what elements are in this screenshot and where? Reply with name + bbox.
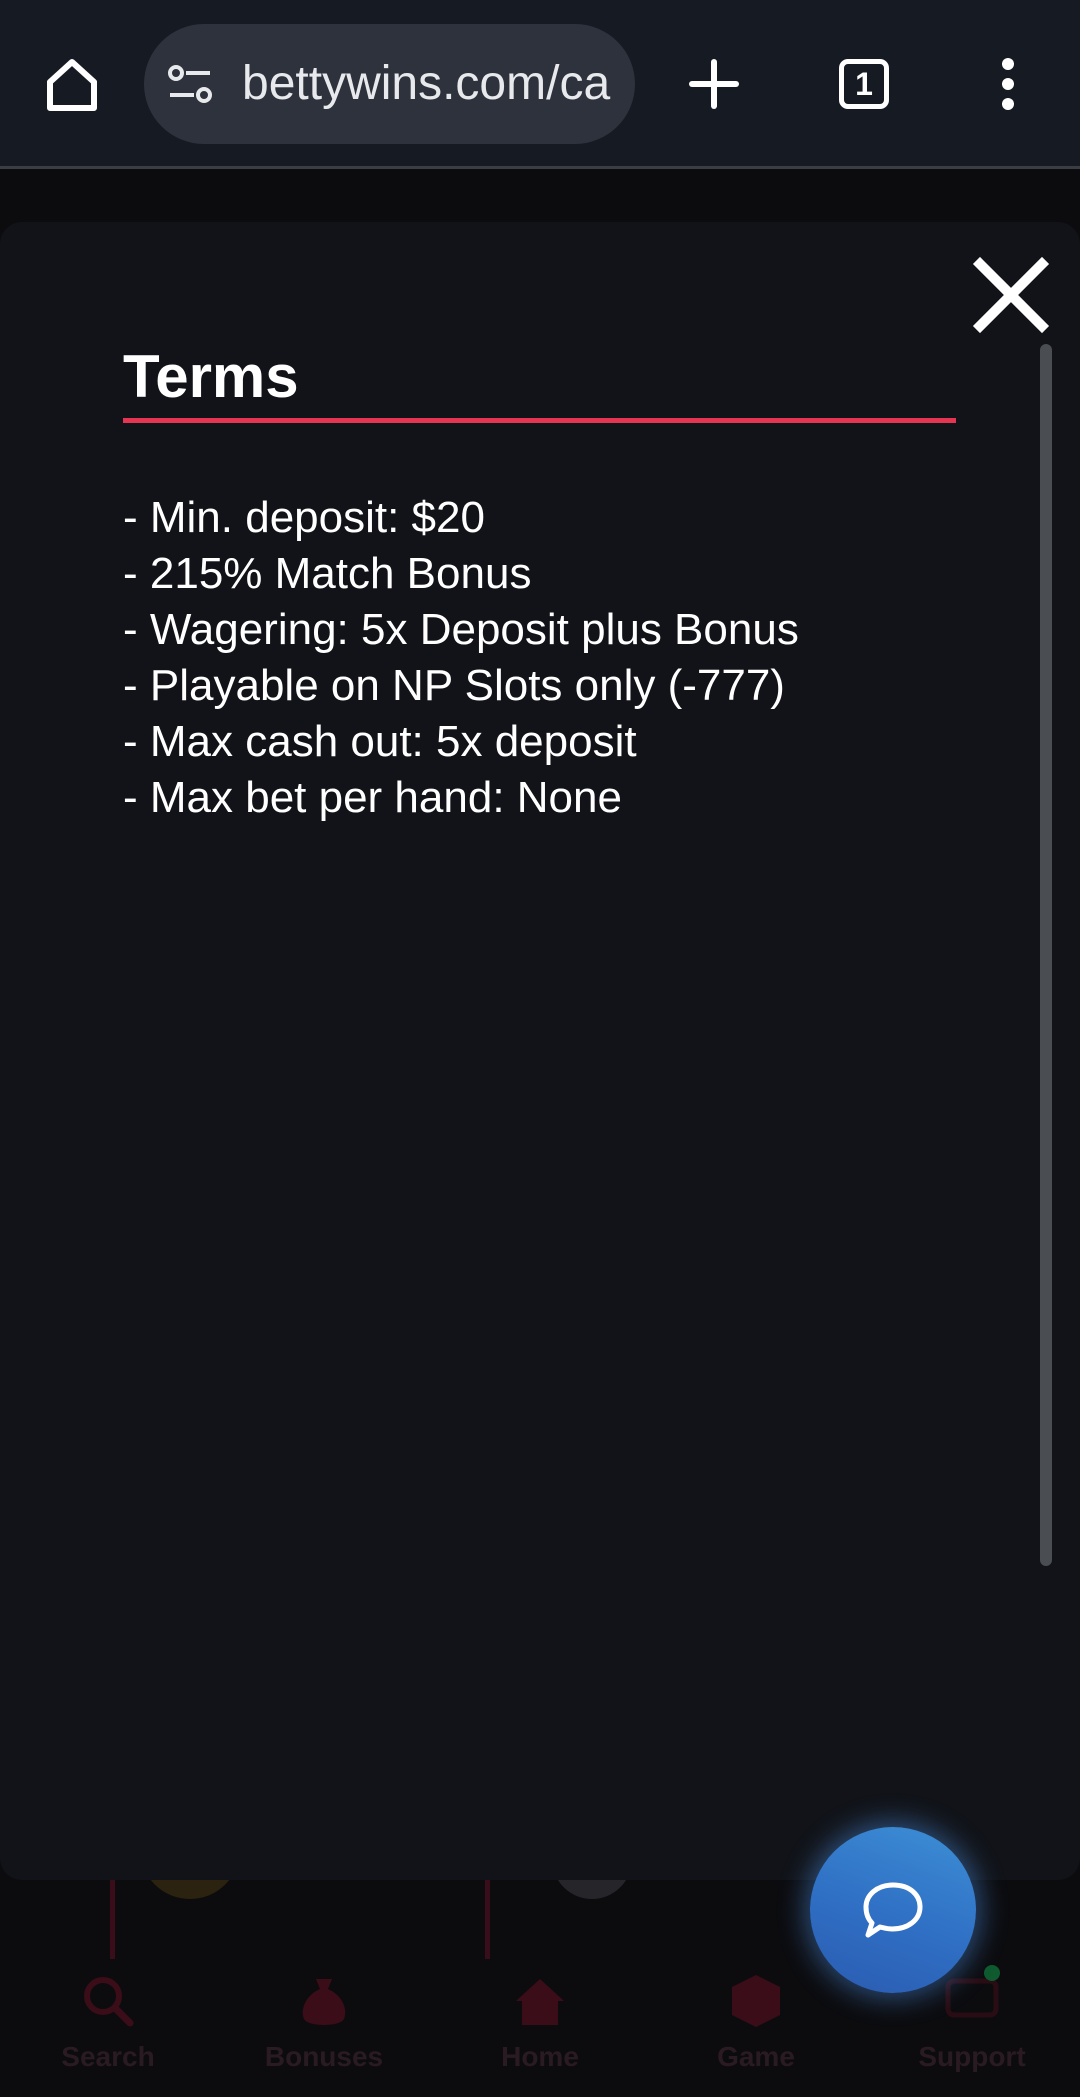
screen: bettywins.com/ca 1 Search Bonuses Home G… [0,0,1080,2097]
terms-item: - Playable on NP Slots only (-777) [123,661,785,710]
chat-bubble-icon [863,1882,923,1938]
close-icon [972,256,1050,334]
terms-item: - Wagering: 5x Deposit plus Bonus [123,605,799,654]
plus-icon [689,59,739,109]
tab-count: 1 [839,59,889,109]
terms-item: - Max cash out: 5x deposit [123,717,637,766]
nav-label: Game [717,2041,795,2072]
more-vert-icon [1002,58,1014,110]
modal-scrollbar[interactable] [1040,344,1052,1566]
terms-item: - Min. deposit: $20 [123,493,485,542]
tab-switcher-button[interactable]: 1 [814,34,914,134]
url-text[interactable]: bettywins.com/ca [242,54,612,114]
title-underline [123,418,956,423]
home-icon [516,1979,564,2025]
money-bag-icon [302,1979,346,2025]
new-tab-button[interactable] [664,34,764,134]
close-button[interactable] [968,252,1054,338]
online-status-dot [984,1965,1000,1981]
home-icon [47,59,97,111]
nav-item-bonuses[interactable]: Bonuses [216,1955,432,2097]
tune-icon[interactable] [166,60,214,108]
nav-label: Search [61,2041,155,2072]
nav-item-game[interactable]: Game [648,1955,864,2097]
browser-menu-button[interactable] [958,34,1058,134]
browser-toolbar: bettywins.com/ca 1 [0,0,1080,169]
nav-item-home[interactable]: Home [432,1955,648,2097]
terms-list: - Min. deposit: $20 - 215% Match Bonus -… [123,490,1003,826]
browser-home-button[interactable] [22,34,122,134]
address-bar[interactable]: bettywins.com/ca [144,24,635,144]
terms-title: Terms [123,343,299,410]
terms-item: - Max bet per hand: None [123,773,622,822]
dice-icon [732,1975,780,2027]
nav-label: Support [918,2041,1026,2072]
terms-item: - 215% Match Bonus [123,549,532,598]
search-icon [84,1977,134,2027]
nav-label: Bonuses [264,2041,384,2072]
live-chat-button[interactable] [810,1827,976,1993]
nav-label: Home [501,2041,579,2072]
terms-modal: Terms - Min. deposit: $20 - 215% Match B… [0,222,1080,1880]
nav-item-search[interactable]: Search [0,1955,216,2097]
